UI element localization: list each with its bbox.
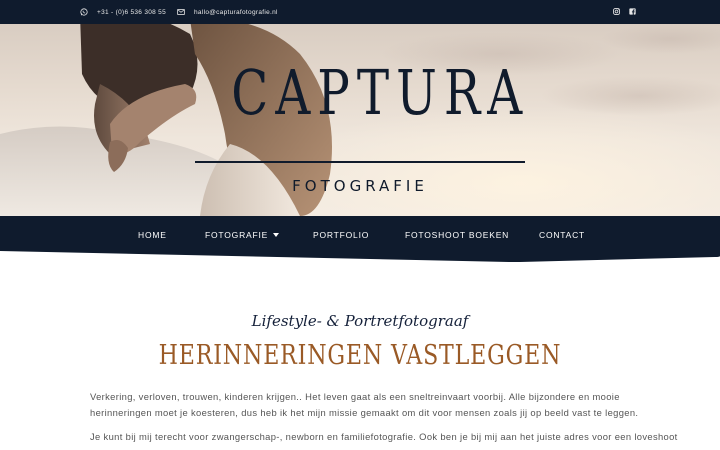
nav-fotografie[interactable]: FOTOGRAFIE xyxy=(205,229,280,241)
nav-fotografie-label: FOTOGRAFIE xyxy=(205,230,269,240)
paragraph-line: Verkering, verloven, trouwen, kinderen k… xyxy=(90,391,620,402)
tagline: Lifestyle- & Portretfotograaf xyxy=(251,312,469,330)
hero-banner: CAPTURA FOTOGRAFIE xyxy=(0,24,720,216)
instagram-icon[interactable] xyxy=(613,8,620,15)
nav-home[interactable]: HOME xyxy=(138,229,167,241)
top-bar: +31 - (0)6 536 308 55 hallo@capturafotog… xyxy=(0,0,720,24)
facebook-icon[interactable] xyxy=(629,8,636,15)
email-address: hallo@capturafotografie.nl xyxy=(194,8,278,16)
logo-subtitle: FOTOGRAFIE xyxy=(292,177,428,195)
paragraph-line: herinneringen moet je koesteren, dus heb… xyxy=(90,407,639,418)
nav-portfolio[interactable]: PORTFOLIO xyxy=(313,229,369,241)
nav-home-label: HOME xyxy=(138,230,167,240)
logo-divider xyxy=(195,161,525,163)
intro-paragraph: Verkering, verloven, trouwen, kinderen k… xyxy=(90,389,639,421)
nav-contact[interactable]: CONTACT xyxy=(539,229,585,241)
services-paragraph: Je kunt bij mij terecht voor zwangerscha… xyxy=(90,429,678,445)
nav-fotoshoot-boeken-label: FOTOSHOOT BOEKEN xyxy=(405,230,510,240)
page-headline: HERINNERINGEN VASTLEGGEN xyxy=(158,340,562,371)
logo-title: CAPTURA xyxy=(231,56,530,129)
nav-portfolio-label: PORTFOLIO xyxy=(313,230,370,240)
chevron-down-icon xyxy=(273,233,280,237)
paragraph-line: Je kunt bij mij terecht voor zwangerscha… xyxy=(90,431,678,442)
main-navigation: HOME FOTOGRAFIE PORTFOLIO FOTOSHOOT BOEK… xyxy=(0,216,720,264)
phone-number: +31 - (0)6 536 308 55 xyxy=(97,8,166,16)
nav-contact-label: CONTACT xyxy=(539,230,586,240)
whatsapp-icon xyxy=(80,8,88,16)
nav-fotoshoot-boeken[interactable]: FOTOSHOOT BOEKEN xyxy=(405,229,509,241)
phone-contact[interactable]: +31 - (0)6 536 308 55 xyxy=(80,0,166,24)
mail-icon xyxy=(177,9,185,15)
email-contact[interactable]: hallo@capturafotografie.nl xyxy=(177,0,278,24)
